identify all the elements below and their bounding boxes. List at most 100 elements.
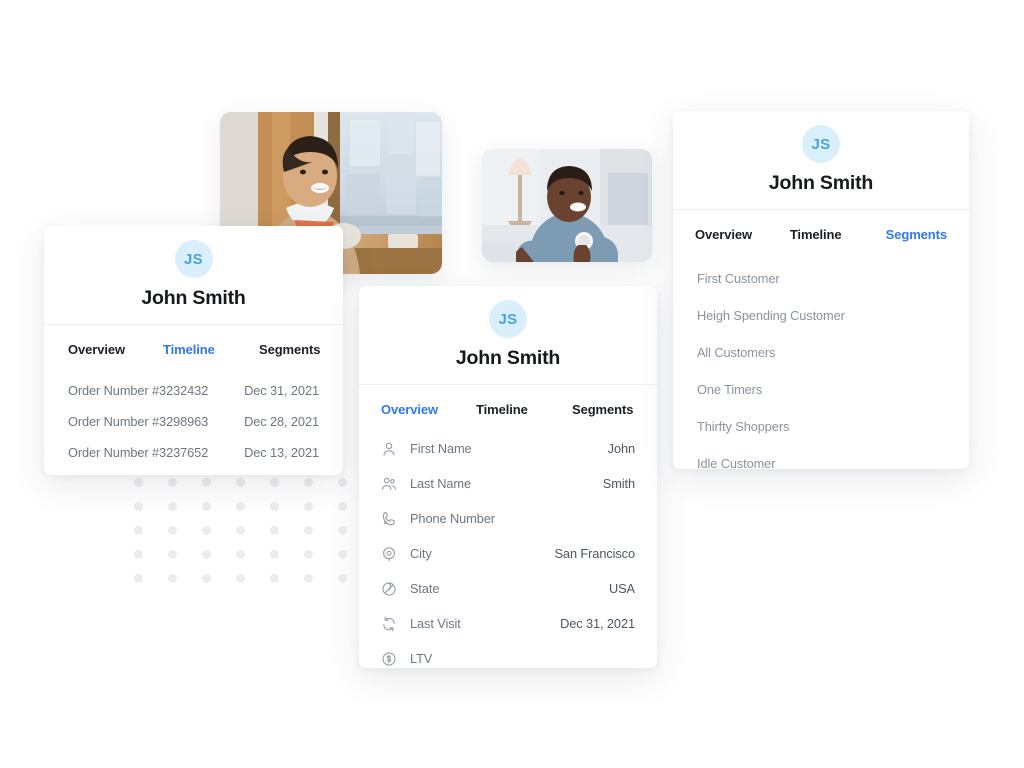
dot (236, 478, 245, 487)
user-icon (380, 440, 398, 458)
dot (134, 550, 143, 559)
dot (304, 502, 313, 511)
table-row[interactable]: Order Number #3298963 Dec 28, 2021 (68, 406, 319, 437)
dot (202, 550, 211, 559)
tab-timeline[interactable]: Timeline (476, 402, 572, 417)
dot (202, 502, 211, 511)
page-title: John Smith (141, 287, 246, 309)
list-item: Last Name Smith (380, 466, 635, 501)
field-label: LTV (410, 651, 433, 666)
dot (236, 574, 245, 583)
field-value: Dec 31, 2021 (560, 616, 635, 631)
list-item: Last Visit Dec 31, 2021 (380, 606, 635, 641)
list-item[interactable]: One Timers (697, 371, 945, 408)
tab-bar: Overview Timeline Segments (44, 325, 343, 361)
list-item[interactable]: Heigh Spending Customer (697, 297, 945, 334)
tab-overview[interactable]: Overview (695, 227, 790, 242)
dot (134, 574, 143, 583)
dot (202, 574, 211, 583)
dot (168, 574, 177, 583)
dot (236, 526, 245, 535)
phone-icon (380, 510, 398, 528)
dot (338, 478, 347, 487)
field-label: Phone Number (410, 511, 495, 526)
tab-segments[interactable]: Segments (886, 227, 947, 242)
dot (304, 550, 313, 559)
tab-bar: Overview Timeline Segments (359, 385, 657, 421)
list-item: First Name John (380, 431, 635, 466)
customer-overview-card: JS John Smith Overview Timeline Segments… (359, 286, 657, 668)
dot (338, 574, 347, 583)
overview-field-list: First Name John Last Name Smith Phone Nu… (359, 421, 657, 676)
dot (338, 502, 347, 511)
dot (304, 526, 313, 535)
dot (134, 478, 143, 487)
tab-timeline[interactable]: Timeline (163, 342, 259, 357)
field-label: State (410, 581, 440, 596)
dot (338, 550, 347, 559)
list-item[interactable]: Idle Customer (697, 445, 945, 482)
tab-overview[interactable]: Overview (381, 402, 476, 417)
page-title: John Smith (455, 347, 561, 369)
decorative-dot-grid (134, 478, 347, 588)
avatar: JS (174, 240, 213, 278)
list-item: Phone Number (380, 501, 635, 536)
order-date: Dec 31, 2021 (244, 383, 319, 398)
users-icon (380, 475, 398, 493)
card-header: JS John Smith (359, 286, 657, 385)
list-item: State USA (380, 571, 635, 606)
customer-segments-card: JS John Smith Overview Timeline Segments… (673, 111, 969, 471)
avatar: JS (489, 300, 527, 338)
dollar-circle-icon (380, 650, 398, 668)
tab-segments[interactable]: Segments (572, 402, 633, 417)
dot (270, 550, 279, 559)
tab-timeline[interactable]: Timeline (790, 227, 886, 242)
dot (168, 550, 177, 559)
list-item[interactable]: All Customers (697, 334, 945, 371)
order-date: Dec 28, 2021 (244, 414, 319, 429)
tab-segments[interactable]: Segments (259, 342, 320, 357)
table-row[interactable]: Order Number #3232432 Dec 31, 2021 (68, 375, 319, 406)
order-number: Order Number #3298963 (68, 414, 209, 429)
dot (338, 526, 347, 535)
dot (270, 526, 279, 535)
dot (134, 526, 143, 535)
dot (270, 478, 279, 487)
customer-timeline-card: JS John Smith Overview Timeline Segments… (44, 226, 343, 475)
dot (168, 502, 177, 511)
table-row[interactable]: Order Number #3237652 Dec 13, 2021 (68, 437, 319, 468)
segment-list: First Customer Heigh Spending Customer A… (673, 246, 969, 482)
card-header: JS John Smith (673, 111, 969, 210)
dot (134, 502, 143, 511)
order-number: Order Number #3232432 (68, 383, 209, 398)
field-value: USA (608, 581, 635, 596)
order-number: Order Number #3237652 (68, 445, 209, 460)
photo-man-smiling-couch (482, 149, 652, 262)
field-label: Last Visit (410, 616, 461, 631)
field-value: Smith (602, 476, 635, 491)
field-value: John (607, 441, 635, 456)
location-pin-icon (380, 545, 398, 563)
tab-overview[interactable]: Overview (68, 342, 163, 357)
dot (236, 550, 245, 559)
field-label: Last Name (410, 476, 471, 491)
card-header: JS John Smith (44, 226, 343, 325)
tab-bar: Overview Timeline Segments (673, 210, 969, 246)
refresh-icon (380, 615, 398, 633)
dot (304, 478, 313, 487)
field-label: City (410, 546, 432, 561)
dot (168, 526, 177, 535)
timeline-list: Order Number #3232432 Dec 31, 2021 Order… (44, 361, 343, 468)
globe-slash-icon (380, 580, 398, 598)
canvas: JS John Smith Overview Timeline Segments… (0, 0, 1024, 768)
page-title: John Smith (768, 172, 874, 194)
dot (236, 502, 245, 511)
dot (202, 526, 211, 535)
dot (202, 478, 211, 487)
field-value: San Francisco (554, 546, 636, 561)
field-label: First Name (410, 441, 472, 456)
list-item[interactable]: Thirfty Shoppers (697, 408, 945, 445)
dot (270, 574, 279, 583)
list-item[interactable]: First Customer (697, 260, 945, 297)
order-date: Dec 13, 2021 (244, 445, 319, 460)
